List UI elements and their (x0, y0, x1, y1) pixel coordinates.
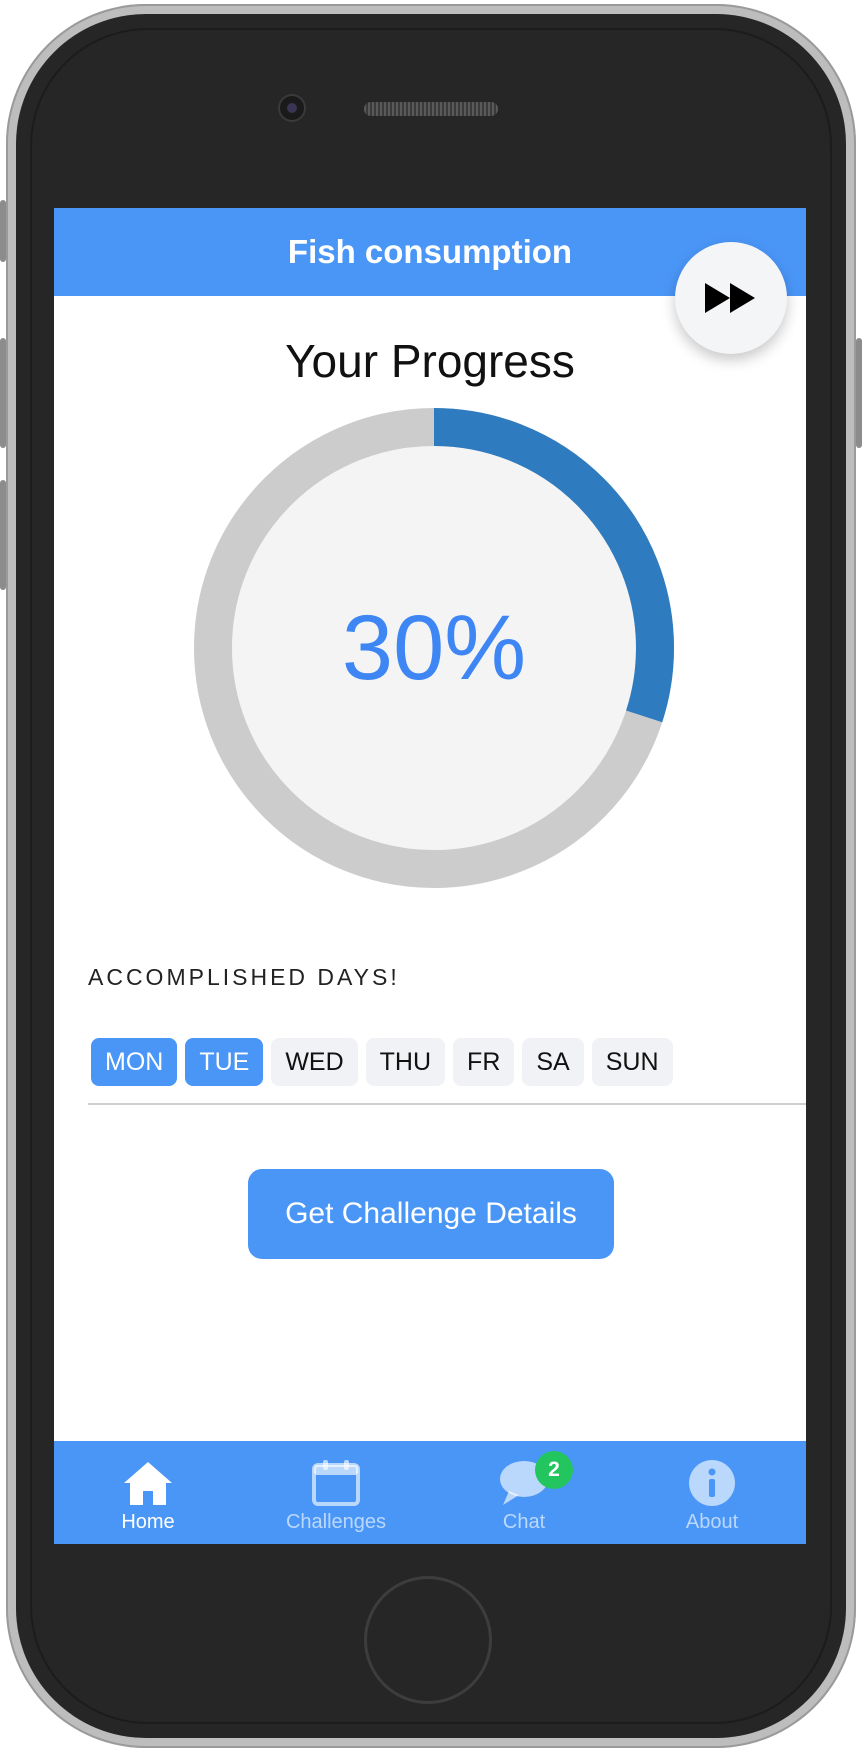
progress-title: Your Progress (285, 335, 575, 387)
tab-challenges[interactable]: Challenges (242, 1441, 430, 1544)
fast-forward-icon (705, 283, 755, 313)
home-button[interactable] (364, 1576, 492, 1704)
tab-chat-label: Chat (502, 1511, 546, 1533)
days-row: MON TUE WED THU FR SA SUN (91, 1038, 673, 1086)
volume-down-button (0, 480, 6, 590)
tab-bar: Home Challenges 2 Chat About (54, 1441, 806, 1544)
tab-home-label: Home (121, 1511, 175, 1533)
volume-up-button (0, 338, 6, 448)
day-chip-mon[interactable]: MON (91, 1038, 178, 1086)
day-chip-thu[interactable]: THU (365, 1038, 446, 1086)
info-icon (689, 1460, 735, 1506)
day-chip-fr[interactable]: FR (453, 1038, 515, 1086)
tab-home[interactable]: Home (54, 1441, 242, 1544)
tab-challenges-label: Challenges (285, 1511, 387, 1533)
page-title: Fish consumption (287, 233, 573, 270)
day-chip-tue[interactable]: TUE (185, 1038, 264, 1086)
tab-about[interactable]: About (618, 1441, 806, 1544)
day-chip-sun[interactable]: SUN (591, 1038, 673, 1086)
get-challenge-details-button[interactable]: Get Challenge Details (248, 1169, 614, 1259)
calendar-icon (312, 1460, 360, 1506)
accomplished-days-label: ACCOMPLISHED DAYS! (88, 964, 400, 990)
progress-percent: 30% (341, 596, 527, 699)
chat-unread-badge: 2 (535, 1451, 573, 1489)
earpiece-speaker (364, 102, 498, 116)
tab-about-label: About (685, 1511, 739, 1533)
mute-switch (0, 200, 6, 262)
tab-chat[interactable]: 2 Chat (430, 1441, 618, 1544)
front-camera (280, 96, 304, 120)
app-screen: Fish consumption Your Progress 30% ACCOM… (54, 208, 806, 1544)
power-button (856, 338, 862, 448)
day-chip-sa[interactable]: SA (522, 1038, 584, 1086)
day-chip-wed[interactable]: WED (271, 1038, 358, 1086)
home-icon (124, 1462, 172, 1505)
divider (88, 1103, 806, 1105)
